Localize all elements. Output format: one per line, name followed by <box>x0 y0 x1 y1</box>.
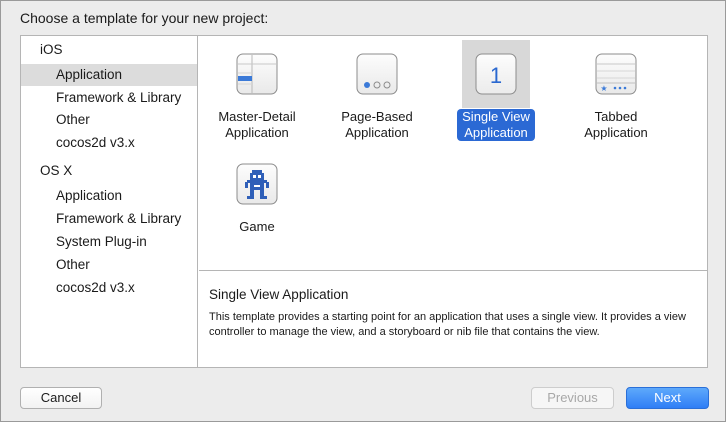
single-view-icon-text: 1 <box>490 63 502 88</box>
svg-text:★: ★ <box>600 84 607 93</box>
template-icon-box: ★ <box>582 40 650 108</box>
sidebar-item-ios-other[interactable]: Other <box>21 109 197 131</box>
sidebar-item-osx-cocos2d[interactable]: cocos2d v3.x <box>21 277 197 299</box>
template-icon-box <box>223 40 291 108</box>
template-chooser-panel: iOS Application Framework & Library Othe… <box>20 35 708 368</box>
tabbed-icon: ★ <box>595 53 637 95</box>
template-label: Game <box>239 219 275 234</box>
template-icon-box <box>343 40 411 108</box>
sidebar-item-osx-other[interactable]: Other <box>21 254 197 276</box>
platform-sidebar: iOS Application Framework & Library Othe… <box>21 36 198 367</box>
dialog-prompt: Choose a template for your new project: <box>20 10 269 26</box>
sidebar-section-osx: OS X <box>40 163 73 178</box>
template-label: Single View Application <box>457 109 535 141</box>
sidebar-item-osx-application[interactable]: Application <box>21 185 197 207</box>
template-icon-box <box>223 150 291 218</box>
template-detail: Single View Application This template pr… <box>199 272 707 367</box>
sidebar-item-ios-application[interactable]: Application <box>21 64 197 86</box>
single-view-icon: 1 <box>475 53 517 95</box>
template-label: Master-Detail Application <box>218 109 296 140</box>
sidebar-item-ios-framework-library[interactable]: Framework & Library <box>21 87 197 109</box>
template-single-view[interactable]: 1 Single View Application <box>442 40 550 141</box>
previous-button[interactable]: Previous <box>531 387 614 409</box>
master-detail-icon <box>236 53 278 95</box>
template-game[interactable]: Game <box>203 150 311 235</box>
sidebar-item-ios-cocos2d[interactable]: cocos2d v3.x <box>21 132 197 154</box>
game-icon <box>236 163 278 205</box>
detail-description: This template provides a starting point … <box>209 311 686 338</box>
sidebar-item-osx-framework-library[interactable]: Framework & Library <box>21 208 197 230</box>
next-button[interactable]: Next <box>626 387 709 409</box>
cancel-button[interactable]: Cancel <box>20 387 102 409</box>
sidebar-section-ios: iOS <box>40 42 63 57</box>
sidebar-item-osx-system-plugin[interactable]: System Plug-in <box>21 231 197 253</box>
template-tabbed[interactable]: ★ Tabbed Application <box>562 40 670 141</box>
template-page-based[interactable]: Page-Based Application <box>323 40 431 141</box>
template-label: Tabbed Application <box>584 109 648 140</box>
template-icon-box: 1 <box>462 40 530 108</box>
template-master-detail[interactable]: Master-Detail Application <box>203 40 311 141</box>
template-label: Page-Based Application <box>341 109 413 140</box>
page-based-icon <box>356 53 398 95</box>
template-grid: Master-Detail Application Page-Based App… <box>199 36 707 271</box>
detail-title: Single View Application <box>209 287 349 302</box>
